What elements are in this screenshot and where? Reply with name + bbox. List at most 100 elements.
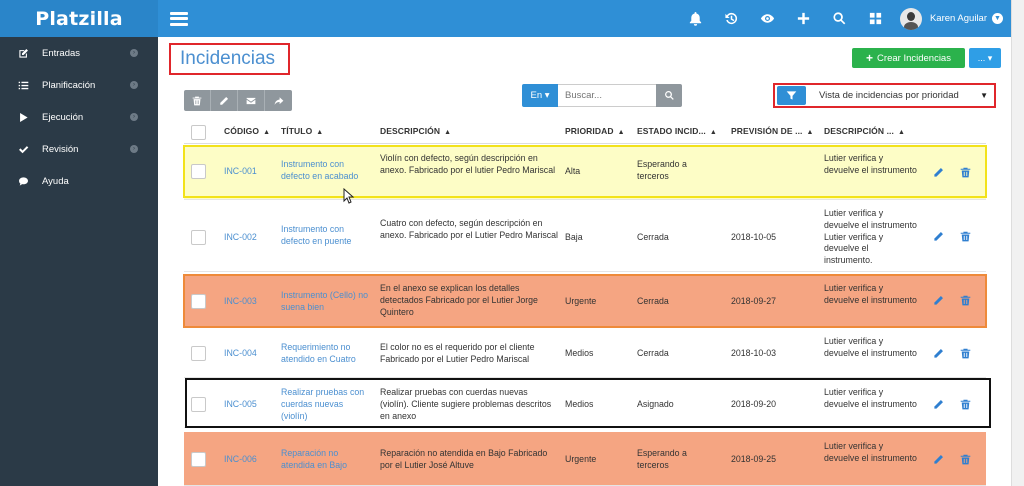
incident-resolution: Lutier verifica y devuelve el instrument…	[824, 336, 917, 358]
chevron-right-icon: ›	[130, 49, 138, 57]
trash-icon[interactable]	[960, 454, 971, 465]
sidebar-item-label: Ejecución	[42, 111, 84, 123]
pencil-icon[interactable]	[933, 348, 944, 359]
search-icon[interactable]	[822, 0, 858, 37]
select-all-checkbox[interactable]	[191, 125, 206, 140]
incident-priority: Medios	[565, 348, 594, 358]
search-button[interactable]	[656, 84, 682, 107]
table-row[interactable]: INC-002 Instrumento con defecto en puent…	[184, 202, 986, 272]
incident-code[interactable]: INC-005	[224, 399, 257, 411]
chevron-right-icon: ›	[130, 145, 138, 153]
incident-description: Realizar pruebas con cuerdas nuevas (vio…	[380, 387, 552, 421]
incident-code[interactable]: INC-004	[224, 348, 257, 360]
incident-priority: Medios	[565, 399, 594, 409]
incident-title[interactable]: Requerimiento no atendido en Cuatro	[281, 342, 369, 366]
row-checkbox[interactable]	[191, 230, 206, 245]
check-icon	[17, 143, 29, 155]
pencil-icon[interactable]	[933, 399, 944, 410]
trash-icon[interactable]	[960, 167, 971, 178]
edit-icon	[17, 47, 29, 59]
eye-icon[interactable]	[750, 0, 786, 37]
table-row[interactable]: INC-006 Reparación no atendida en Bajo R…	[184, 432, 986, 486]
row-checkbox[interactable]	[191, 346, 206, 361]
sidebar-item-ejecucion[interactable]: Ejecución ›	[0, 101, 158, 133]
user-menu[interactable]: Karen Aguilar ▼	[899, 7, 1003, 30]
chevron-right-icon: ›	[130, 81, 138, 89]
incident-status: Esperando a terceros	[637, 159, 687, 181]
sidebar: Entradas › Planificación › Ejecución › R…	[0, 37, 158, 486]
view-filter: Vista de incidencias por prioridad ▼	[773, 83, 996, 108]
incident-title[interactable]: Instrumento (Cello) no suena bien	[281, 290, 369, 314]
caret-down-icon[interactable]: ▼	[980, 91, 988, 100]
row-checkbox[interactable]	[191, 452, 206, 467]
funnel-icon	[786, 91, 797, 100]
incident-description: El color no es el requerido por el clien…	[380, 342, 535, 364]
list-icon	[17, 79, 29, 91]
view-select[interactable]: Vista de incidencias por prioridad	[819, 90, 980, 101]
search-icon	[664, 91, 674, 100]
column-header[interactable]: PRIORIDAD ▲	[565, 126, 625, 136]
incident-title[interactable]: Instrumento con defecto en acabado	[281, 159, 369, 183]
row-checkbox[interactable]	[191, 164, 206, 179]
pencil-icon[interactable]	[933, 167, 944, 178]
column-header[interactable]: TÍTULO ▲	[281, 126, 323, 136]
table-header: CÓDIGO ▲ TÍTULO ▲ DESCRIPCIÓN ▲ PRIORIDAD ▲ …	[184, 120, 986, 144]
grid-icon[interactable]	[858, 0, 894, 37]
row-checkbox[interactable]	[191, 397, 206, 412]
incident-description: En el anexo se explican los detalles det…	[380, 283, 538, 317]
search-scope-dropdown[interactable]: En ▾	[522, 84, 558, 107]
incident-code[interactable]: INC-001	[224, 166, 257, 178]
table-row[interactable]: INC-004 Requerimiento no atendido en Cua…	[184, 329, 986, 378]
incident-forecast: 2018-10-03	[731, 348, 776, 358]
forward-button[interactable]	[265, 90, 292, 111]
pencil-icon[interactable]	[933, 454, 944, 465]
sidebar-item-planificacion[interactable]: Planificación ›	[0, 69, 158, 101]
sidebar-item-entradas[interactable]: Entradas ›	[0, 37, 158, 69]
trash-button[interactable]	[184, 90, 211, 111]
search-input[interactable]	[558, 84, 656, 107]
column-header[interactable]: CÓDIGO ▲	[224, 126, 270, 136]
incident-status: Cerrada	[637, 296, 669, 306]
sidebar-item-ayuda[interactable]: Ayuda	[0, 165, 158, 197]
column-header[interactable]: DESCRIPCIÓN ▲	[380, 126, 451, 136]
page-scrollbar[interactable]	[1011, 0, 1024, 486]
menu-toggle-icon[interactable]	[170, 11, 188, 26]
plus-icon[interactable]	[786, 0, 822, 37]
incident-description: Cuatro con defecto, según descripción en…	[380, 218, 558, 240]
table-row[interactable]: INC-001 Instrumento con defecto en acaba…	[184, 145, 986, 200]
table-row[interactable]: INC-003 Instrumento (Cello) no suena bie…	[184, 274, 986, 328]
incident-title[interactable]: Reparación no atendida en Bajo	[281, 448, 369, 472]
top-icons: Karen Aguilar ▼	[678, 0, 1003, 37]
incident-code[interactable]: INC-003	[224, 296, 257, 308]
column-header[interactable]: DESCRIPCIÓN ... ▲	[824, 126, 905, 136]
incident-description: Violín con defecto, según descripción en…	[380, 153, 556, 175]
trash-icon[interactable]	[960, 348, 971, 359]
pencil-icon[interactable]	[933, 295, 944, 306]
row-checkbox[interactable]	[191, 294, 206, 309]
history-icon[interactable]	[714, 0, 750, 37]
sidebar-item-revision[interactable]: Revisión ›	[0, 133, 158, 165]
column-header[interactable]: ESTADO INCID... ▲	[637, 126, 717, 136]
incident-code[interactable]: INC-006	[224, 454, 257, 466]
top-bar: Platzilla Karen Aguilar ▼	[0, 0, 1011, 37]
trash-icon[interactable]	[960, 295, 971, 306]
incident-priority: Baja	[565, 232, 583, 242]
incident-title[interactable]: Realizar pruebas con cuerdas nuevas (vio…	[281, 387, 371, 422]
edit-button[interactable]	[211, 90, 238, 111]
column-header[interactable]: PREVISIÓN DE ... ▲	[731, 126, 814, 136]
more-actions-button[interactable]: ... ▾	[969, 48, 1001, 68]
incident-status: Cerrada	[637, 232, 669, 242]
trash-icon[interactable]	[960, 399, 971, 410]
main-content: Incidencias + Crear Incidencias ... ▾ En…	[158, 37, 1011, 486]
incident-code[interactable]: INC-002	[224, 232, 257, 244]
pencil-icon[interactable]	[933, 231, 944, 242]
email-button[interactable]	[238, 90, 265, 111]
filter-button[interactable]	[777, 86, 806, 105]
table-row[interactable]: INC-005 Realizar pruebas con cuerdas nue…	[184, 380, 986, 428]
bell-icon[interactable]	[678, 0, 714, 37]
create-incident-button[interactable]: + Crear Incidencias	[852, 48, 965, 68]
sidebar-item-label: Entradas	[42, 47, 81, 59]
trash-icon[interactable]	[960, 231, 971, 242]
incident-title[interactable]: Instrumento con defecto en puente	[281, 224, 369, 248]
brand-logo[interactable]: Platzilla	[0, 0, 158, 37]
